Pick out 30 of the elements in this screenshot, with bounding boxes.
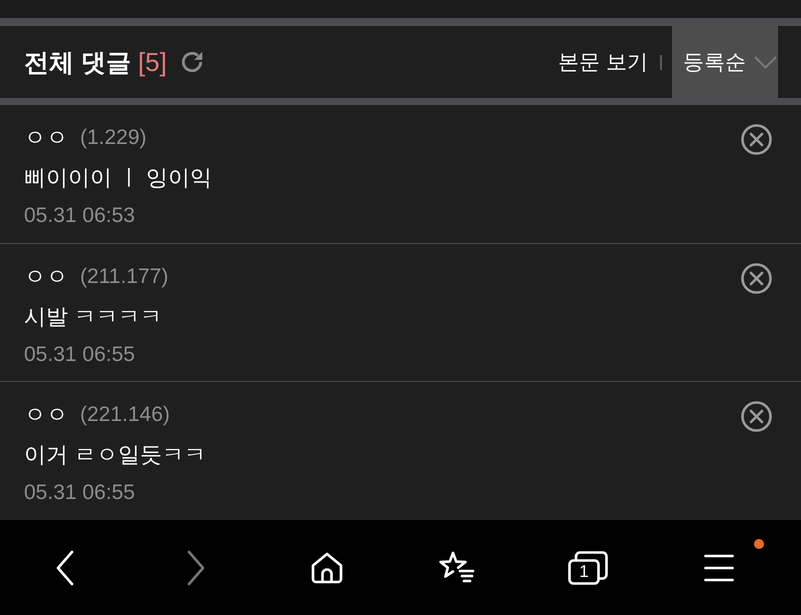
comment-ip: (211.177): [80, 264, 168, 289]
comment-ip: (1.229): [80, 126, 147, 150]
comment-text: 이거 ㄹㅇ일듯ㅋㅋ: [24, 441, 206, 470]
tabs-icon: [568, 550, 608, 584]
delete-button[interactable]: [741, 262, 772, 294]
comment-author: ㅇㅇ: [24, 124, 68, 152]
comment-text: 시발 ㅋㅋㅋㅋ: [24, 302, 162, 331]
chevron-down-icon: [754, 56, 777, 68]
comment-author: ㅇㅇ: [24, 262, 68, 291]
delete-button[interactable]: [741, 124, 772, 155]
comment-count: [5]: [138, 46, 167, 78]
circle-x-icon: [741, 124, 772, 155]
menu-icon: [704, 554, 734, 582]
comment-time: 05.31 06:55: [24, 342, 135, 368]
home-icon: [310, 550, 344, 584]
tabs-button[interactable]: 1: [542, 536, 633, 600]
comment-ip: (221.146): [80, 403, 170, 428]
delete-button[interactable]: [741, 401, 772, 432]
comment-author: ㅇㅇ: [24, 401, 68, 430]
comment-time: 05.31 06:53: [24, 203, 135, 229]
sort-dropdown[interactable]: 등록순: [672, 26, 778, 98]
chevron-left-icon: [55, 550, 76, 586]
circle-x-icon: [741, 262, 772, 294]
circle-x-icon: [741, 401, 772, 432]
view-article-link[interactable]: 본문 보기: [558, 48, 648, 76]
comment-time: 05.31 06:55: [24, 480, 135, 506]
comment-text: 삐이이이 ㅣ 잉이익: [24, 164, 212, 192]
star-list-icon: [438, 550, 476, 586]
section-title: 전체 댓글: [24, 48, 131, 78]
chevron-right-icon: [186, 550, 206, 586]
